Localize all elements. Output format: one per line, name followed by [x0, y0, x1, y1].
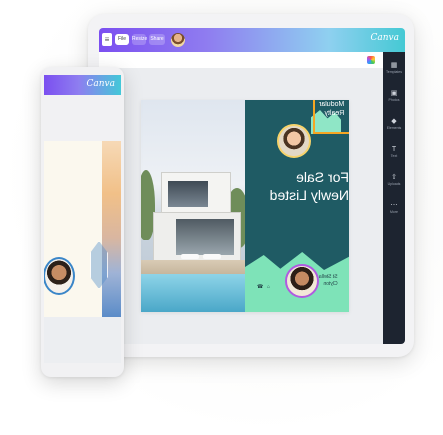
uploads-icon: ⇧ [391, 174, 397, 181]
resize-button[interactable]: Resize [132, 34, 147, 45]
contact-line: St Stella [319, 274, 338, 280]
hamburger-icon[interactable]: ≡ [102, 33, 112, 46]
agent-contact-text: St Stella Clyton [319, 274, 338, 288]
realty-logo-text: Modular Realty [319, 100, 344, 118]
color-picker-icon[interactable] [367, 56, 375, 64]
tool-label: Photos [388, 98, 400, 102]
phone-icon: ☎ [257, 284, 264, 290]
templates-icon: ▦ [390, 62, 398, 69]
tool-templates[interactable]: ▦ Templates [383, 58, 405, 80]
tool-photos[interactable]: ▣ Photos [383, 86, 405, 108]
real-estate-design[interactable]: Modular Realty For Sale Newly Listed St … [141, 100, 349, 312]
tool-label: Text [390, 154, 398, 158]
tool-label: Uploads [387, 182, 401, 186]
more-icon: ⋯ [390, 202, 398, 209]
lower-window [176, 219, 234, 255]
tool-elements[interactable]: ◆ Elements [383, 114, 405, 136]
phone-top-bar: Canva [44, 75, 121, 95]
phone-photo-strip [102, 141, 121, 317]
side-toolbar: ▦ Templates ▣ Photos ◆ Elements T Text ⇧… [383, 52, 405, 344]
tool-label: Elements [386, 126, 402, 130]
headline[interactable]: For Sale Newly Listed [259, 168, 349, 204]
canva-logo: Canva [86, 79, 116, 89]
tool-text[interactable]: T Text [383, 142, 405, 164]
headline-line: Newly Listed [269, 187, 349, 203]
headline-line: For Sale [296, 169, 349, 185]
text-icon: T [391, 146, 397, 153]
agent-photo-phone[interactable] [44, 257, 75, 295]
tool-label: More [390, 210, 398, 214]
lounger [181, 254, 199, 259]
file-menu-button[interactable]: File [115, 34, 129, 45]
phone-bottom-panel [44, 317, 121, 363]
contact-line: Clyton [323, 281, 338, 287]
design-canvas-area: Modular Realty For Sale Newly Listed St … [103, 68, 383, 344]
house-photo[interactable] [141, 100, 245, 312]
phone-design-preview[interactable] [44, 141, 121, 317]
share-button[interactable]: Share [149, 34, 165, 45]
pool-deck [141, 260, 245, 274]
swimming-pool [141, 274, 245, 312]
lounger [203, 254, 221, 259]
tool-uploads[interactable]: ⇧ Uploads [383, 170, 405, 192]
upper-window [168, 181, 208, 207]
agent-photo-bottom[interactable] [285, 264, 319, 298]
tool-more[interactable]: ⋯ More [383, 198, 405, 220]
house-upper-floor [161, 172, 231, 214]
editor-sub-toolbar [99, 52, 405, 68]
tool-label: Templates [386, 70, 402, 74]
elements-icon: ◆ [391, 118, 397, 125]
location-icon: ⌂ [267, 284, 271, 290]
logo-line: Realty [324, 110, 345, 117]
agent-photo-top[interactable] [277, 124, 311, 158]
editor-top-bar: ≡ File Resize Share Canva [99, 28, 405, 52]
photos-icon: ▣ [390, 90, 398, 97]
phone-device: Canva [41, 67, 124, 377]
canva-logo: Canva [370, 33, 400, 43]
editor-screen: ≡ File Resize Share Canva ▦ Templates ▣ … [99, 28, 405, 344]
logo-line: Modular [319, 101, 345, 108]
user-avatar[interactable] [171, 33, 185, 47]
